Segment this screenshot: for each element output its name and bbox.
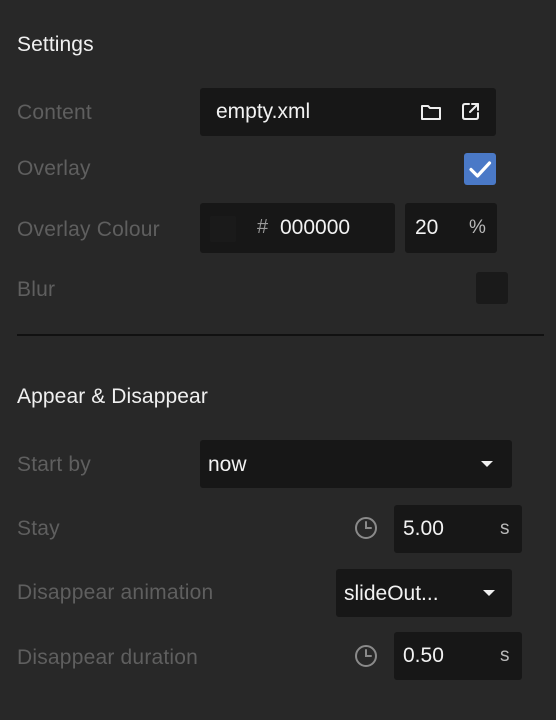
stay-label: Stay (17, 517, 60, 540)
disappear-animation-label: Disappear animation (17, 581, 214, 604)
overlay-colour-field[interactable]: # 000000 (200, 203, 395, 253)
colour-swatch[interactable] (210, 216, 236, 242)
stay-value[interactable]: 5.00 (403, 517, 444, 541)
appear-section-title: Appear & Disappear (17, 385, 208, 408)
checkmark-icon (469, 161, 492, 178)
overlay-opacity-field[interactable]: 20 % (405, 203, 497, 253)
content-field[interactable]: empty.xml (200, 88, 496, 136)
start-by-label: Start by (17, 453, 91, 476)
opacity-unit: % (469, 217, 486, 238)
hex-value[interactable]: 000000 (280, 216, 350, 240)
content-label: Content (17, 101, 92, 124)
overlay-colour-label: Overlay Colour (17, 218, 160, 241)
opacity-value[interactable]: 20 (415, 216, 438, 240)
disappear-duration-unit: s (500, 645, 510, 666)
stay-unit: s (500, 518, 510, 539)
external-link-icon[interactable] (460, 101, 481, 122)
disappear-duration-value[interactable]: 0.50 (403, 644, 444, 668)
start-by-dropdown[interactable]: now (200, 440, 512, 488)
settings-section-title: Settings (17, 33, 94, 56)
disappear-duration-label: Disappear duration (17, 646, 199, 669)
blur-label: Blur (17, 278, 56, 301)
start-by-value: now (208, 453, 247, 476)
hex-hash: # (257, 216, 269, 238)
folder-icon[interactable] (420, 102, 442, 122)
disappear-animation-dropdown[interactable]: slideOut... (336, 569, 512, 617)
content-file-name: empty.xml (216, 100, 311, 123)
overlay-label: Overlay (17, 157, 91, 180)
chevron-down-icon (480, 460, 494, 468)
section-divider (17, 334, 544, 336)
clock-icon (354, 516, 378, 540)
disappear-animation-value: slideOut... (344, 582, 439, 605)
stay-field[interactable]: 5.00 s (394, 505, 522, 553)
chevron-down-icon (482, 589, 496, 597)
clock-icon (354, 644, 378, 668)
disappear-duration-field[interactable]: 0.50 s (394, 632, 522, 680)
overlay-checkbox[interactable] (464, 153, 496, 185)
blur-checkbox[interactable] (476, 272, 508, 304)
